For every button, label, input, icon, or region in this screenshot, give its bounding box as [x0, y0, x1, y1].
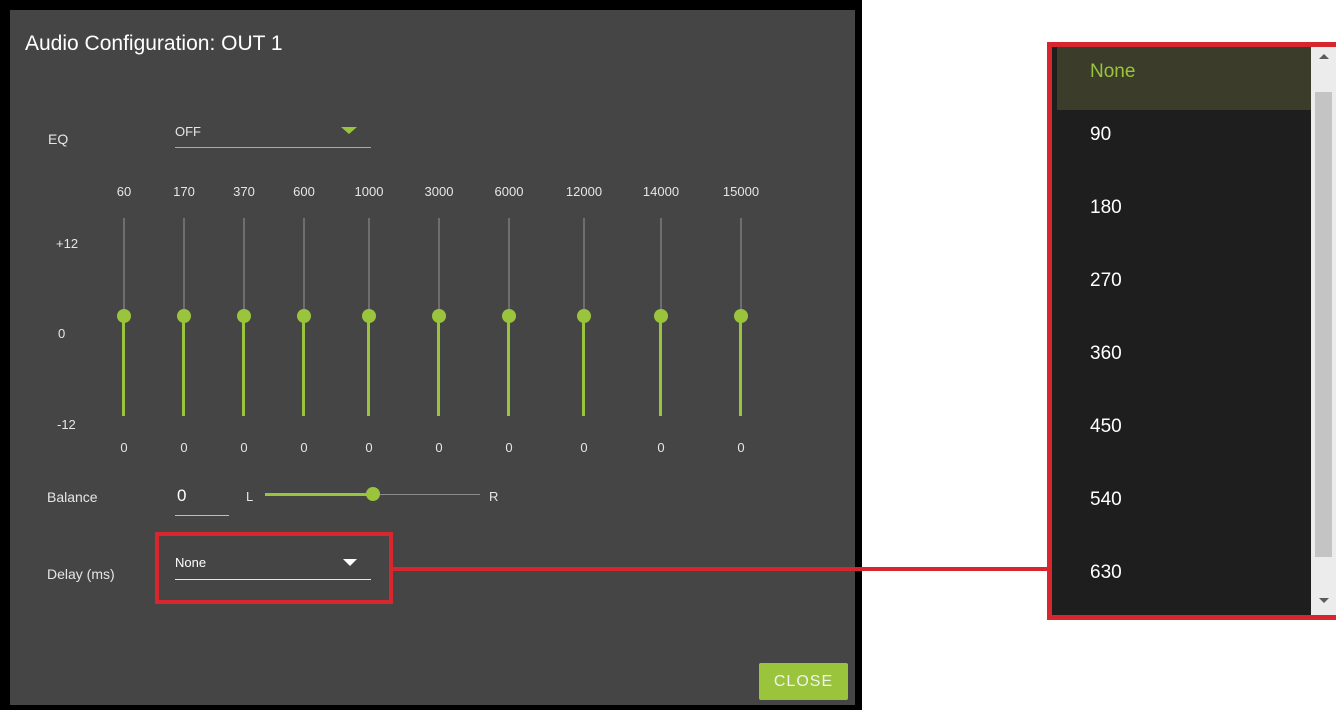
band-freq-label: 6000 — [494, 184, 524, 199]
balance-left-label: L — [246, 489, 254, 504]
scale-top-label: +12 — [56, 236, 79, 251]
eq-band-slider[interactable] — [362, 218, 376, 418]
dropdown-scrollbar[interactable] — [1311, 47, 1336, 615]
band-value-label: 0 — [365, 440, 373, 455]
balance-slider-track[interactable] — [265, 493, 373, 496]
slider-knob[interactable] — [362, 309, 376, 323]
band-freq-label: 3000 — [424, 184, 454, 199]
delay-label: Delay (ms) — [47, 566, 115, 582]
band-value-label: 0 — [505, 440, 513, 455]
slider-knob[interactable] — [237, 309, 251, 323]
band-value-label: 0 — [737, 440, 745, 455]
dropdown-option[interactable]: 360 — [1057, 329, 1312, 402]
eq-band-slider[interactable] — [577, 218, 591, 418]
eq-label: EQ — [48, 131, 69, 147]
callout-connector-line — [390, 567, 1049, 571]
slider-knob[interactable] — [654, 309, 668, 323]
slider-knob[interactable] — [577, 309, 591, 323]
band-freq-label: 170 — [173, 184, 195, 199]
eq-band-slider[interactable] — [177, 218, 191, 418]
balance-input-value: 0 — [177, 486, 187, 505]
scale-bottom-label: -12 — [57, 417, 76, 432]
eq-band-slider[interactable] — [432, 218, 446, 418]
band-freq-label: 15000 — [722, 184, 760, 199]
eq-band-slider[interactable] — [654, 218, 668, 418]
slider-knob[interactable] — [117, 309, 131, 323]
band-value-label: 0 — [120, 440, 128, 455]
band-value-label: 0 — [300, 440, 308, 455]
band-value-label: 0 — [240, 440, 248, 455]
slider-knob[interactable] — [297, 309, 311, 323]
scroll-up-icon[interactable] — [1319, 54, 1329, 59]
eq-band-slider[interactable] — [297, 218, 311, 418]
dropdown-option[interactable]: 540 — [1057, 475, 1312, 548]
dropdown-option[interactable]: 270 — [1057, 256, 1312, 329]
scroll-down-icon[interactable] — [1319, 598, 1329, 603]
delay-highlight-box — [155, 532, 393, 604]
eq-select[interactable]: OFF — [175, 121, 371, 148]
eq-band-slider[interactable] — [502, 218, 516, 418]
delay-dropdown-list: None 90 180 270 360 450 540 630 — [1047, 42, 1336, 620]
eq-select-value: OFF — [175, 124, 201, 139]
band-value-label: 0 — [435, 440, 443, 455]
scale-mid-label: 0 — [58, 326, 66, 341]
dropdown-option[interactable]: 90 — [1057, 110, 1312, 183]
band-freq-label: 370 — [233, 184, 255, 199]
dropdown-option-selected[interactable]: None — [1057, 47, 1312, 110]
dropdown-option[interactable]: 450 — [1057, 402, 1312, 475]
balance-slider-track-rest[interactable] — [373, 494, 480, 495]
dropdown-option[interactable]: 630 — [1057, 548, 1312, 615]
balance-right-label: R — [489, 489, 499, 504]
band-freq-label: 14000 — [642, 184, 680, 199]
slider-knob[interactable] — [177, 309, 191, 323]
slider-knob[interactable] — [734, 309, 748, 323]
scrollbar-thumb[interactable] — [1315, 92, 1332, 557]
band-value-label: 0 — [580, 440, 588, 455]
close-button[interactable]: CLOSE — [759, 663, 848, 700]
slider-knob[interactable] — [432, 309, 446, 323]
dialog-title: Audio Configuration: OUT 1 — [25, 32, 283, 55]
dropdown-options: None 90 180 270 360 450 540 630 — [1057, 47, 1312, 615]
band-freq-label: 600 — [293, 184, 315, 199]
eq-band-slider[interactable] — [117, 218, 131, 418]
audio-config-dialog: Audio Configuration: OUT 1 EQ OFF +12 0 … — [0, 0, 862, 710]
dropdown-option[interactable]: 180 — [1057, 183, 1312, 256]
slider-knob[interactable] — [502, 309, 516, 323]
band-freq-label: 60 — [116, 184, 132, 199]
balance-label: Balance — [47, 489, 98, 505]
band-freq-label: 12000 — [565, 184, 603, 199]
chevron-down-icon — [341, 127, 357, 134]
balance-slider-knob[interactable] — [366, 487, 380, 501]
band-value-label: 0 — [180, 440, 188, 455]
eq-band-slider[interactable] — [734, 218, 748, 418]
balance-input[interactable]: 0 — [175, 484, 229, 516]
band-freq-label: 1000 — [354, 184, 384, 199]
band-value-label: 0 — [657, 440, 665, 455]
eq-band-slider[interactable] — [237, 218, 251, 418]
